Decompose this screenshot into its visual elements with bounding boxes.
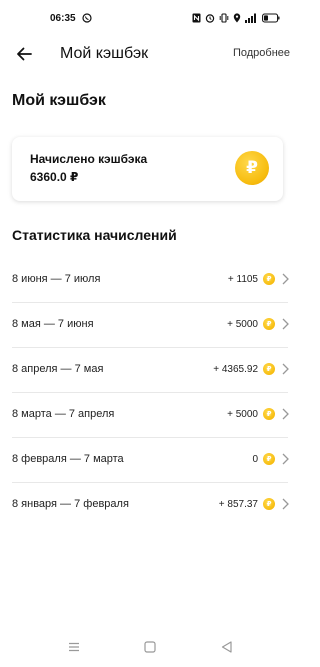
row-period: 8 мая — 7 июня	[12, 318, 94, 330]
signal-icon	[245, 13, 258, 23]
stat-row[interactable]: 8 мая — 7 июня + 5000 ₽	[12, 303, 290, 348]
location-icon	[233, 13, 241, 23]
stat-row[interactable]: 8 апреля — 7 мая + 4365.92 ₽	[12, 348, 290, 393]
back-triangle-icon[interactable]	[219, 640, 233, 654]
cashback-amount: 6360.0 ₽	[30, 170, 79, 184]
ruble-coin-icon: ₽	[263, 363, 275, 375]
row-period: 8 февраля — 7 марта	[12, 453, 124, 465]
details-link[interactable]: Подробнее	[233, 47, 290, 59]
stat-row[interactable]: 8 марта — 7 апреля + 5000 ₽	[12, 393, 290, 438]
chevron-right-icon	[280, 272, 290, 286]
stats-title: Статистика начислений	[12, 227, 177, 243]
nfc-icon	[192, 13, 201, 23]
chevron-right-icon	[280, 452, 290, 466]
home-icon[interactable]	[143, 640, 157, 654]
chevron-right-icon	[280, 362, 290, 376]
ruble-coin-icon: ₽	[263, 498, 275, 510]
status-left: 06:35	[50, 13, 92, 24]
row-value: + 5000	[227, 319, 258, 330]
row-value: 0	[252, 454, 258, 465]
whatsapp-icon	[81, 13, 92, 23]
status-right	[192, 13, 280, 23]
status-time: 06:35	[50, 12, 76, 24]
arrow-left-icon	[17, 47, 32, 61]
vibrate-icon	[219, 13, 229, 23]
cashback-label: Начислено кэшбэка	[30, 152, 148, 166]
app-header: Мой кэшбэк Подробнее	[0, 36, 300, 72]
row-value: + 5000	[227, 409, 258, 420]
stats-list: 8 июня — 7 июля + 1105 ₽ 8 мая — 7 июня …	[0, 258, 300, 528]
ruble-coin-icon: ₽	[263, 273, 275, 285]
row-value: + 1105	[227, 274, 258, 285]
row-value: + 857.37	[218, 499, 258, 510]
screen: 06:35 Мой кэшбэк Подробнее Мой кэшбэк На…	[0, 0, 300, 667]
back-button[interactable]	[14, 44, 34, 64]
alarm-icon	[205, 13, 215, 23]
system-nav-bar	[0, 627, 300, 667]
menu-icon[interactable]	[67, 640, 81, 654]
stat-row[interactable]: 8 января — 7 февраля + 857.37 ₽	[12, 483, 290, 528]
stat-row[interactable]: 8 июня — 7 июля + 1105 ₽	[12, 258, 290, 303]
chevron-right-icon	[280, 317, 290, 331]
ruble-coin-icon: ₽	[263, 453, 275, 465]
status-bar: 06:35	[0, 0, 300, 36]
row-period: 8 марта — 7 апреля	[12, 408, 115, 420]
stat-row[interactable]: 8 февраля — 7 марта 0 ₽	[12, 438, 290, 483]
ruble-coin-icon: ₽	[263, 318, 275, 330]
header-title: Мой кэшбэк	[60, 45, 149, 62]
row-period: 8 января — 7 февраля	[12, 498, 129, 510]
cashback-card: Начислено кэшбэка 6360.0 ₽ ₽	[12, 137, 283, 201]
ruble-coin-icon: ₽	[235, 151, 269, 185]
chevron-right-icon	[280, 407, 290, 421]
ruble-coin-icon: ₽	[263, 408, 275, 420]
battery-icon	[262, 13, 280, 23]
row-period: 8 апреля — 7 мая	[12, 363, 104, 375]
row-period: 8 июня — 7 июля	[12, 273, 101, 285]
row-value: + 4365.92	[213, 364, 258, 375]
page-title: Мой кэшбэк	[12, 92, 106, 109]
chevron-right-icon	[280, 497, 290, 511]
